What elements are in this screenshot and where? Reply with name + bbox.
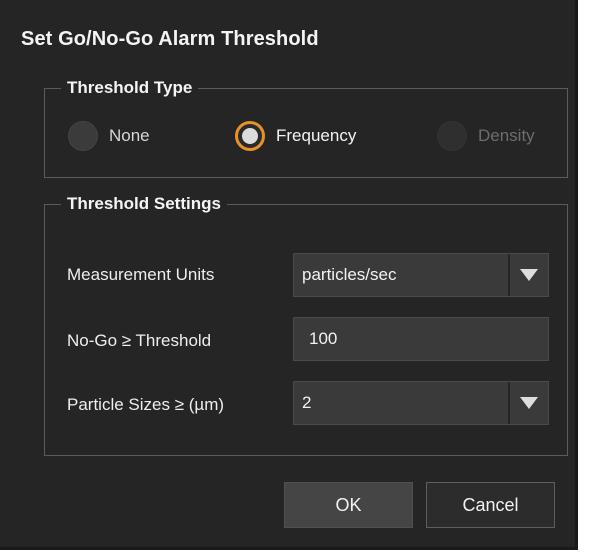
no-go-threshold-label: No-Go ≥ Threshold [67, 331, 212, 350]
radio-frequency-label: Frequency [276, 126, 357, 145]
measurement-units-dropdown[interactable]: particles/sec [293, 253, 549, 297]
radio-frequency-circle[interactable] [235, 121, 265, 151]
threshold-settings-group: Threshold Settings Measurement Units par… [44, 193, 568, 456]
ok-button[interactable]: OK [284, 482, 413, 528]
radio-density-circle [437, 121, 467, 151]
radio-none[interactable]: None [68, 119, 150, 153]
particle-sizes-value: 2 [302, 393, 312, 412]
threshold-settings-legend: Threshold Settings [61, 193, 227, 215]
particle-sizes-dropdown[interactable]: 2 [293, 381, 549, 425]
no-go-threshold-value[interactable]: 100 [294, 329, 548, 349]
measurement-units-dropdown-button[interactable] [508, 254, 548, 296]
measurement-units-label: Measurement Units [67, 265, 215, 284]
chevron-down-icon [520, 269, 538, 281]
cancel-button[interactable]: Cancel [426, 482, 555, 528]
particle-sizes-label: Particle Sizes ≥ (µm) [67, 395, 225, 414]
dialog-title: Set Go/No-Go Alarm Threshold [21, 28, 319, 50]
no-go-threshold-input[interactable]: 100 [293, 317, 549, 361]
radio-frequency[interactable]: Frequency [235, 119, 356, 153]
chevron-down-icon [520, 397, 538, 409]
measurement-units-value: particles/sec [302, 265, 397, 284]
radio-density-label: Density [478, 126, 535, 145]
radio-density: Density [437, 119, 535, 153]
threshold-type-group: Threshold Type None Frequency Density [44, 77, 568, 178]
threshold-type-legend: Threshold Type [61, 77, 199, 99]
radio-none-circle[interactable] [68, 121, 98, 151]
alarm-threshold-dialog: Set Go/No-Go Alarm Threshold Threshold T… [0, 0, 578, 550]
radio-none-label: None [109, 126, 150, 145]
particle-sizes-dropdown-button[interactable] [508, 382, 548, 424]
